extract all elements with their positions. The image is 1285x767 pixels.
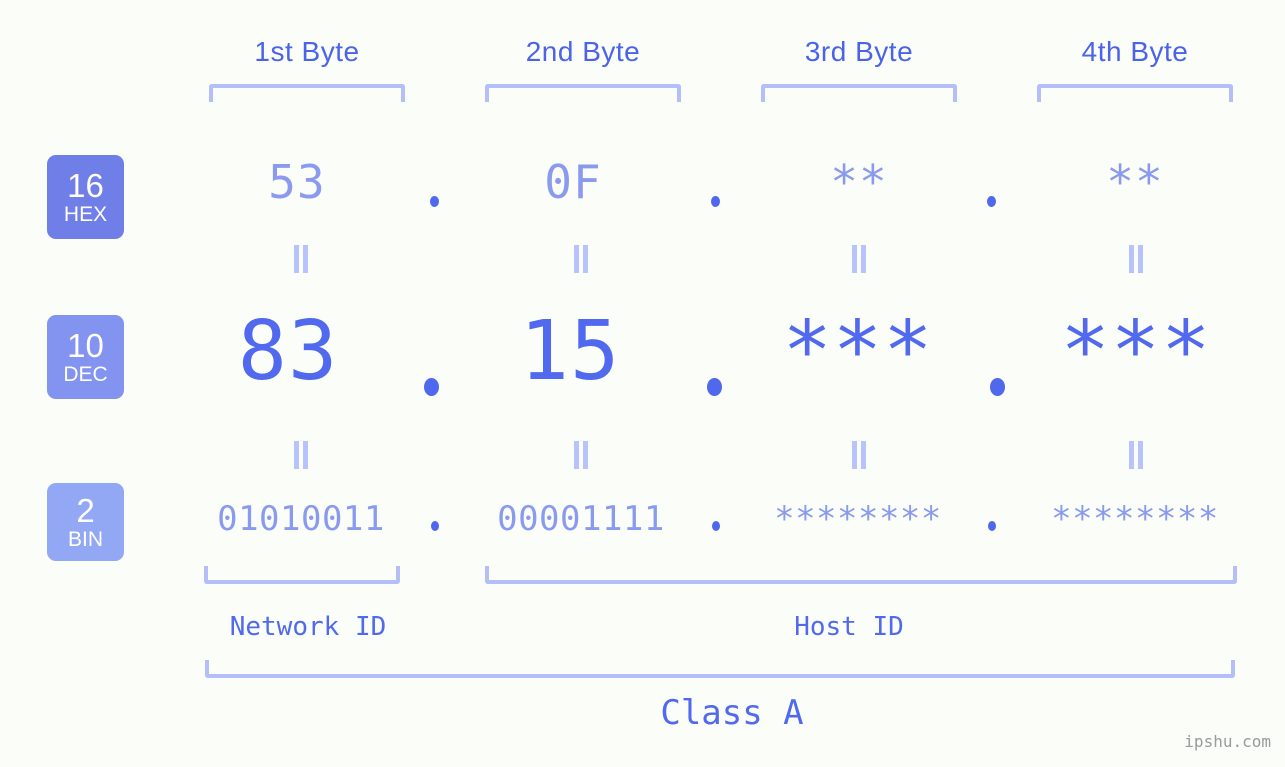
byte-bracket-1 [209,84,405,102]
bin-byte-3-value: ******** [774,499,942,539]
byte-header-1: 1st Byte [254,36,360,67]
bin-separator-dot-1 [431,521,439,531]
byte-bracket-2 [485,84,681,102]
dec-byte-1-value: 83 [237,304,339,399]
hex-byte-1-value: 53 [268,155,326,209]
byte-header-4: 4th Byte [1081,36,1189,67]
dec-separator-dot-3 [990,378,1005,396]
base-badge-bin-number: 2 [76,491,95,529]
equals-marker-hex-dec-2 [571,245,591,273]
equals-marker-dec-bin-1 [291,441,311,469]
bin-separator-dot-3 [988,521,996,531]
hex-separator-dot-1 [430,196,439,207]
bin-byte-4-value: ******** [1051,499,1219,539]
byte-header-3: 3rd Byte [804,36,914,67]
hex-byte-4-value: ** [1106,155,1164,209]
class-label: Class A [660,693,804,733]
dec-byte-4-value: *** [1060,304,1212,399]
byte-header-2: 2nd Byte [525,36,641,67]
base-badge-dec: 10 DEC [47,315,124,399]
watermark: ipshu.com [1184,732,1271,751]
base-badge-hex: 16 HEX [47,155,124,239]
base-badge-dec-label: DEC [63,362,108,386]
equals-marker-dec-bin-2 [571,441,591,469]
base-badge-hex-label: HEX [63,202,108,226]
base-badge-bin: 2 BIN [47,483,124,561]
equals-marker-dec-bin-4 [1126,441,1146,469]
bin-byte-1-value: 01010011 [217,499,385,539]
bin-separator-dot-2 [712,521,720,531]
base-badge-dec-number: 10 [67,326,104,364]
equals-marker-hex-dec-4 [1126,245,1146,273]
network-id-bracket [204,566,400,584]
base-badge-bin-label: BIN [67,527,103,551]
host-id-label: Host ID [794,612,904,642]
hex-separator-dot-3 [987,196,996,207]
equals-marker-hex-dec-3 [849,245,869,273]
network-id-label: Network ID [229,612,387,642]
class-bracket [205,660,1235,678]
dec-byte-2-value: 15 [519,304,621,399]
byte-bracket-4 [1037,84,1233,102]
base-badge-hex-number: 16 [67,166,104,204]
host-id-bracket [485,566,1237,584]
byte-bracket-3 [761,84,957,102]
hex-byte-3-value: ** [830,155,888,209]
dec-separator-dot-1 [424,378,439,396]
hex-separator-dot-2 [711,196,720,207]
equals-marker-hex-dec-1 [291,245,311,273]
ip-breakdown-diagram: 1st Byte 2nd Byte 3rd Byte 4th Byte 16 H… [0,0,1285,767]
bin-byte-2-value: 00001111 [497,499,665,539]
hex-byte-2-value: 0F [544,155,602,209]
dec-byte-3-value: *** [782,304,934,399]
equals-marker-dec-bin-3 [849,441,869,469]
dec-separator-dot-2 [707,378,722,396]
